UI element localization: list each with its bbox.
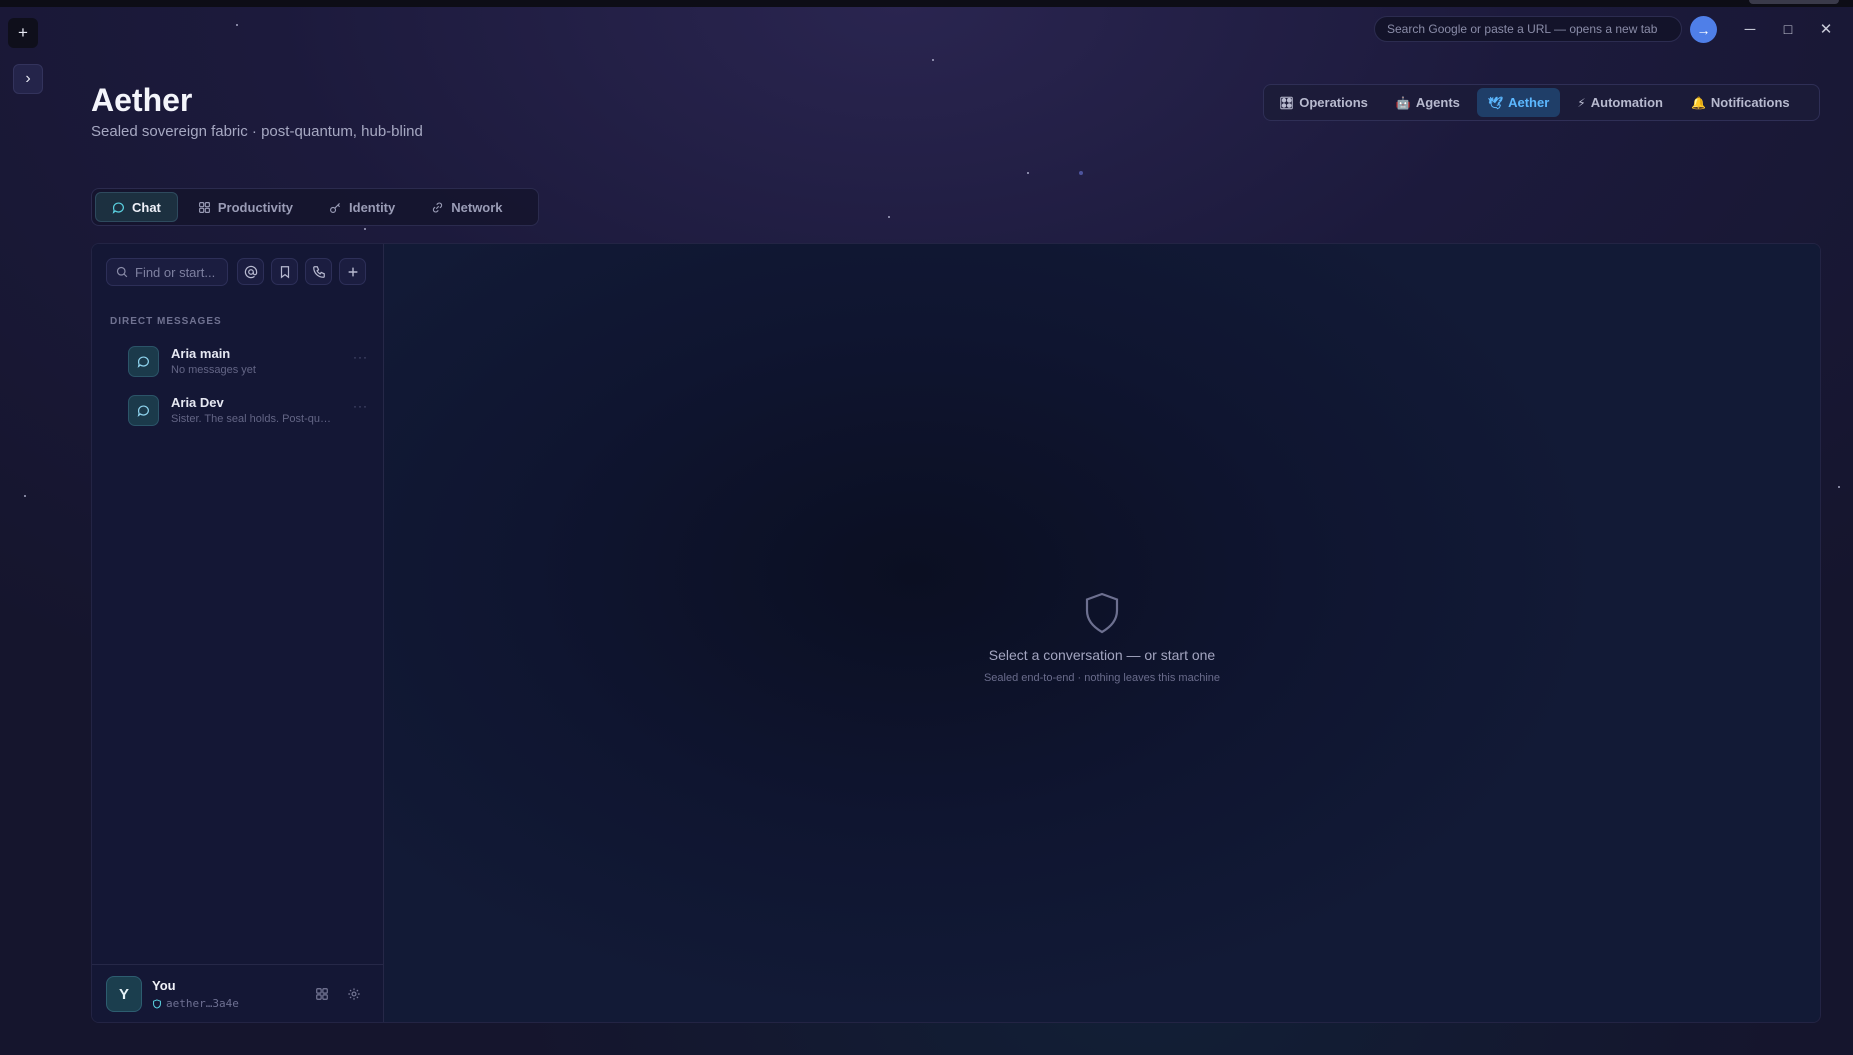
settings-button[interactable] <box>345 985 363 1003</box>
maximize-button[interactable]: □ <box>1778 19 1798 39</box>
new-tab-button[interactable]: + <box>8 18 38 48</box>
dm-preview: Sister. The seal holds. Post-quantum <box>171 413 331 425</box>
conversation-view: Select a conversation — or start one Sea… <box>384 244 1820 1022</box>
nav-label: Operations <box>1299 95 1368 110</box>
window-top-strip <box>0 0 1853 7</box>
page-title: Aether <box>91 82 193 118</box>
user-id-text: aether…3a4e <box>166 997 239 1010</box>
dove-icon: 🕊 <box>1487 95 1504 110</box>
conversation-sidebar: Find or start... DIRECT MESSAGES Aria ma… <box>92 244 384 1022</box>
tab-productivity[interactable]: Productivity <box>182 192 309 222</box>
nav-label: Agents <box>1415 95 1460 110</box>
background-star <box>888 216 890 218</box>
grid-icon <box>316 988 328 1000</box>
shield-icon <box>153 998 161 1009</box>
nav-label: Notifications <box>1710 95 1790 110</box>
key-icon <box>330 202 340 213</box>
plus-icon <box>348 267 357 276</box>
dm-name: Aria main <box>171 346 231 361</box>
at-sign-icon <box>244 265 257 278</box>
background-star <box>236 24 238 26</box>
page-subtitle: Sealed sovereign fabric · post-quantum, … <box>91 123 423 140</box>
close-window-button[interactable]: ✕ <box>1816 19 1836 39</box>
background-star <box>932 59 934 61</box>
direct-messages-heading: DIRECT MESSAGES <box>110 316 222 327</box>
background-star <box>1838 486 1840 488</box>
control-knobs-icon: 🎛 <box>1279 95 1295 110</box>
phone-icon <box>312 265 325 278</box>
dm-item-aria-dev[interactable]: Aria Dev Sister. The seal holds. Post-qu… <box>128 389 368 431</box>
shield-icon <box>1085 592 1119 634</box>
background-star <box>364 228 366 230</box>
nav-operations[interactable]: 🎛 Operations <box>1268 88 1379 117</box>
tab-identity[interactable]: Identity <box>313 192 411 222</box>
dm-avatar <box>128 345 159 377</box>
empty-state: Select a conversation — or start one Sea… <box>384 592 1820 684</box>
new-conversation-button[interactable] <box>339 258 366 285</box>
tab-label: Network <box>451 199 503 215</box>
expand-sidebar-button[interactable]: › <box>13 64 43 94</box>
nav-automation[interactable]: ⚡ Automation <box>1566 88 1674 117</box>
robot-icon: 🤖 <box>1395 95 1411 110</box>
speech-bubble-icon <box>112 201 124 214</box>
empty-state-title: Select a conversation — or start one <box>988 647 1216 663</box>
current-user-bar: Y You aether…3a4e <box>92 964 383 1022</box>
nav-agents[interactable]: 🤖 Agents <box>1385 88 1471 117</box>
gear-icon <box>348 988 360 1000</box>
search-icon <box>116 266 128 278</box>
nav-label: Aether <box>1508 95 1550 110</box>
search-input[interactable]: Find or start... <box>106 258 228 286</box>
section-tabs: Chat Productivity Identity Network <box>91 188 539 226</box>
tab-chat[interactable]: Chat <box>95 192 178 222</box>
minimize-button[interactable]: ─ <box>1740 19 1760 39</box>
dm-avatar <box>128 394 159 426</box>
avatar[interactable]: Y <box>106 976 142 1012</box>
dm-more-button[interactable]: ··· <box>353 350 368 364</box>
speech-bubble-icon <box>137 404 149 417</box>
mentions-button[interactable] <box>237 258 264 285</box>
url-input[interactable]: Search Google or paste a URL — opens a n… <box>1374 16 1682 42</box>
background-star <box>1027 172 1029 174</box>
tab-label: Productivity <box>217 199 294 215</box>
bookmark-icon <box>280 265 289 278</box>
grid-icon <box>198 201 210 213</box>
chat-panel: Find or start... DIRECT MESSAGES Aria ma… <box>91 243 1821 1023</box>
speech-bubble-icon <box>137 355 149 368</box>
user-identity: aether…3a4e <box>152 997 239 1010</box>
go-button[interactable]: → <box>1690 16 1717 43</box>
background-star <box>1079 171 1083 175</box>
search-placeholder: Find or start... <box>135 264 216 280</box>
dm-preview: No messages yet <box>171 364 256 376</box>
nav-label: Automation <box>1590 95 1663 110</box>
nav-aether[interactable]: 🕊 Aether <box>1476 88 1561 117</box>
empty-state-subtitle: Sealed end-to-end · nothing leaves this … <box>983 672 1221 684</box>
link-icon <box>433 202 443 212</box>
tab-label: Identity <box>349 199 396 215</box>
apps-button[interactable] <box>313 985 331 1003</box>
dm-name: Aria Dev <box>171 395 224 410</box>
bookmarks-button[interactable] <box>271 258 298 285</box>
lightning-icon: ⚡ <box>1577 95 1586 110</box>
top-navigation: 🎛 Operations 🤖 Agents 🕊 Aether ⚡ Automat… <box>1263 84 1820 121</box>
bell-icon: 🔔 <box>1690 95 1706 110</box>
tab-network[interactable]: Network <box>415 192 518 222</box>
nav-notifications[interactable]: 🔔 Notifications <box>1680 88 1801 117</box>
user-name: You <box>152 978 176 993</box>
dm-item-aria-main[interactable]: Aria main No messages yet ··· <box>128 340 368 382</box>
tab-label: Chat <box>132 199 161 215</box>
window-drag-handle[interactable] <box>1749 0 1839 4</box>
background-star <box>24 495 26 497</box>
call-button[interactable] <box>305 258 332 285</box>
dm-more-button[interactable]: ··· <box>353 399 368 413</box>
